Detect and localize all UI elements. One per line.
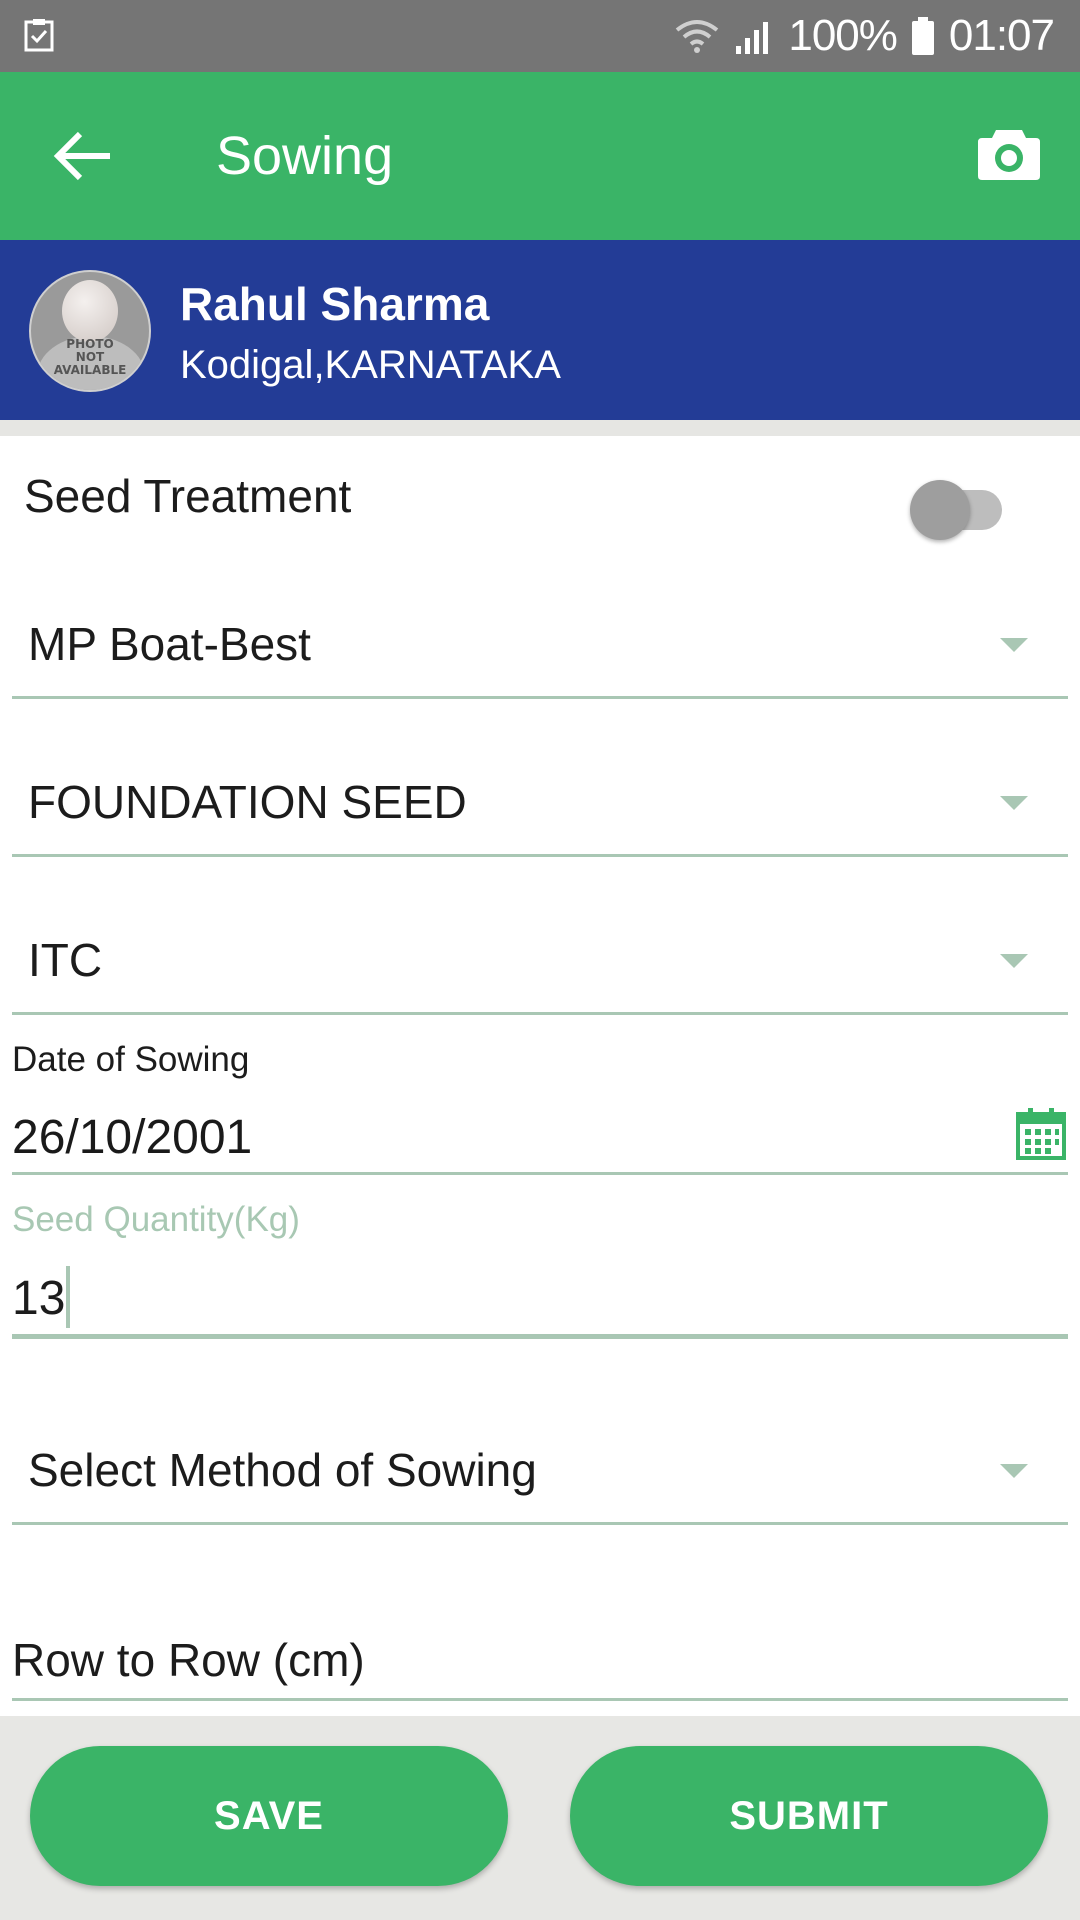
wifi-icon bbox=[674, 16, 720, 56]
farmer-location: Kodigal,KARNATAKA bbox=[180, 343, 561, 387]
farmer-profile-header: PHOTO NOT AVAILABLE Rahul Sharma Kodigal… bbox=[0, 240, 1080, 420]
variety-value: MP Boat-Best bbox=[28, 618, 311, 670]
photo-not-available-text: PHOTO NOT AVAILABLE bbox=[53, 337, 127, 377]
save-button[interactable]: SAVE bbox=[30, 1746, 508, 1886]
method-of-sowing-dropdown[interactable]: Select Method of Sowing bbox=[12, 1442, 1068, 1526]
avatar: PHOTO NOT AVAILABLE bbox=[29, 270, 151, 392]
seed-quantity-label: Seed Quantity(Kg) bbox=[12, 1200, 300, 1239]
seed-treatment-toggle[interactable] bbox=[910, 472, 1010, 540]
section-divider bbox=[0, 420, 1080, 436]
camera-icon[interactable] bbox=[976, 122, 1042, 186]
status-bar: 100% 01:07 bbox=[0, 0, 1080, 72]
seed-quantity-input[interactable] bbox=[12, 1264, 1068, 1332]
date-underline bbox=[12, 1172, 1068, 1175]
submit-button[interactable]: SUBMIT bbox=[570, 1746, 1048, 1886]
battery-text: 100% bbox=[788, 11, 898, 60]
chevron-down-icon bbox=[1000, 954, 1028, 968]
date-of-sowing-field[interactable]: 26/10/2001 bbox=[12, 1108, 252, 1168]
clock: 01:07 bbox=[948, 11, 1055, 60]
bottom-action-bar: SAVE SUBMIT bbox=[0, 1716, 1080, 1920]
seed-source-value: ITC bbox=[28, 934, 103, 986]
app-bar: Sowing bbox=[0, 72, 1080, 240]
variety-dropdown[interactable]: MP Boat-Best bbox=[12, 616, 1068, 700]
signal-icon bbox=[734, 16, 774, 56]
seed-quantity-underline bbox=[12, 1334, 1068, 1339]
page-title: Sowing bbox=[216, 126, 394, 186]
seed-source-dropdown[interactable]: ITC bbox=[12, 932, 1068, 1016]
row-to-row-underline bbox=[12, 1698, 1068, 1701]
checklist-icon bbox=[22, 18, 58, 54]
chevron-down-icon bbox=[1000, 1464, 1028, 1478]
text-cursor bbox=[66, 1266, 70, 1328]
method-of-sowing-value: Select Method of Sowing bbox=[28, 1444, 537, 1496]
seed-class-value: FOUNDATION SEED bbox=[28, 776, 467, 828]
chevron-down-icon bbox=[1000, 638, 1028, 652]
arrow-left-icon[interactable] bbox=[50, 124, 118, 188]
chevron-down-icon bbox=[1000, 796, 1028, 810]
farmer-name: Rahul Sharma bbox=[180, 278, 490, 330]
row-to-row-field[interactable]: Row to Row (cm) bbox=[12, 1632, 365, 1688]
calendar-icon[interactable] bbox=[1016, 1108, 1066, 1160]
seed-treatment-label: Seed Treatment bbox=[24, 470, 352, 522]
battery-icon bbox=[911, 16, 935, 56]
seed-class-dropdown[interactable]: FOUNDATION SEED bbox=[12, 774, 1068, 858]
date-of-sowing-label: Date of Sowing bbox=[12, 1040, 250, 1079]
